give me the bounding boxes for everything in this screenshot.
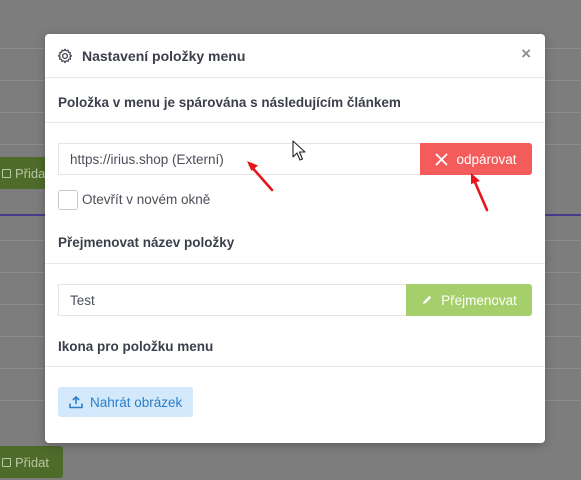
bg-add-label: Přidat [15,165,49,181]
upload-image-button[interactable]: Nahrát obrázek [58,387,194,417]
menu-item-settings-modal: Nastavení položky menu × Položka v menu … [45,34,545,443]
rename-label: Přejmenovat [441,292,517,308]
mouse-cursor-icon [292,140,306,161]
icon-section-heading: Ikona pro položku menu [58,339,214,354]
paired-url-value: https://irius.shop (Externí) [70,151,224,167]
rename-button[interactable]: Přejmenovat [406,284,532,316]
gear-icon [57,48,73,63]
plus-square-icon [2,457,11,467]
close-button[interactable]: × [521,44,531,64]
rename-section-heading: Přejmenovat název položky [58,235,235,250]
paired-section-heading: Položka v menu je spárována s následujíc… [58,95,401,110]
bg-add-button: Přidat [0,446,63,478]
modal-title: Nastavení položky menu [82,47,246,64]
pencil-icon [423,295,432,304]
annotation-arrow-icon [471,173,489,212]
plus-square-icon [2,168,11,178]
item-name-value: Test [70,292,95,308]
unpair-label: odpárovat [456,151,517,167]
item-name-input[interactable]: Test [58,284,406,316]
bg-add-label: Přidat [15,454,49,470]
section-divider [45,263,545,264]
new-window-checkbox[interactable] [58,190,78,210]
section-divider [45,122,545,123]
upload-image-label: Nahrát obrázek [90,394,183,410]
modal-header: Nastavení položky menu [45,34,545,78]
section-divider [45,366,545,367]
x-icon [436,153,448,165]
annotation-arrow-icon [247,161,274,192]
paired-url-field[interactable]: https://irius.shop (Externí) [58,143,420,175]
upload-icon [69,395,83,408]
new-window-label: Otevřít v novém okně [82,192,211,207]
